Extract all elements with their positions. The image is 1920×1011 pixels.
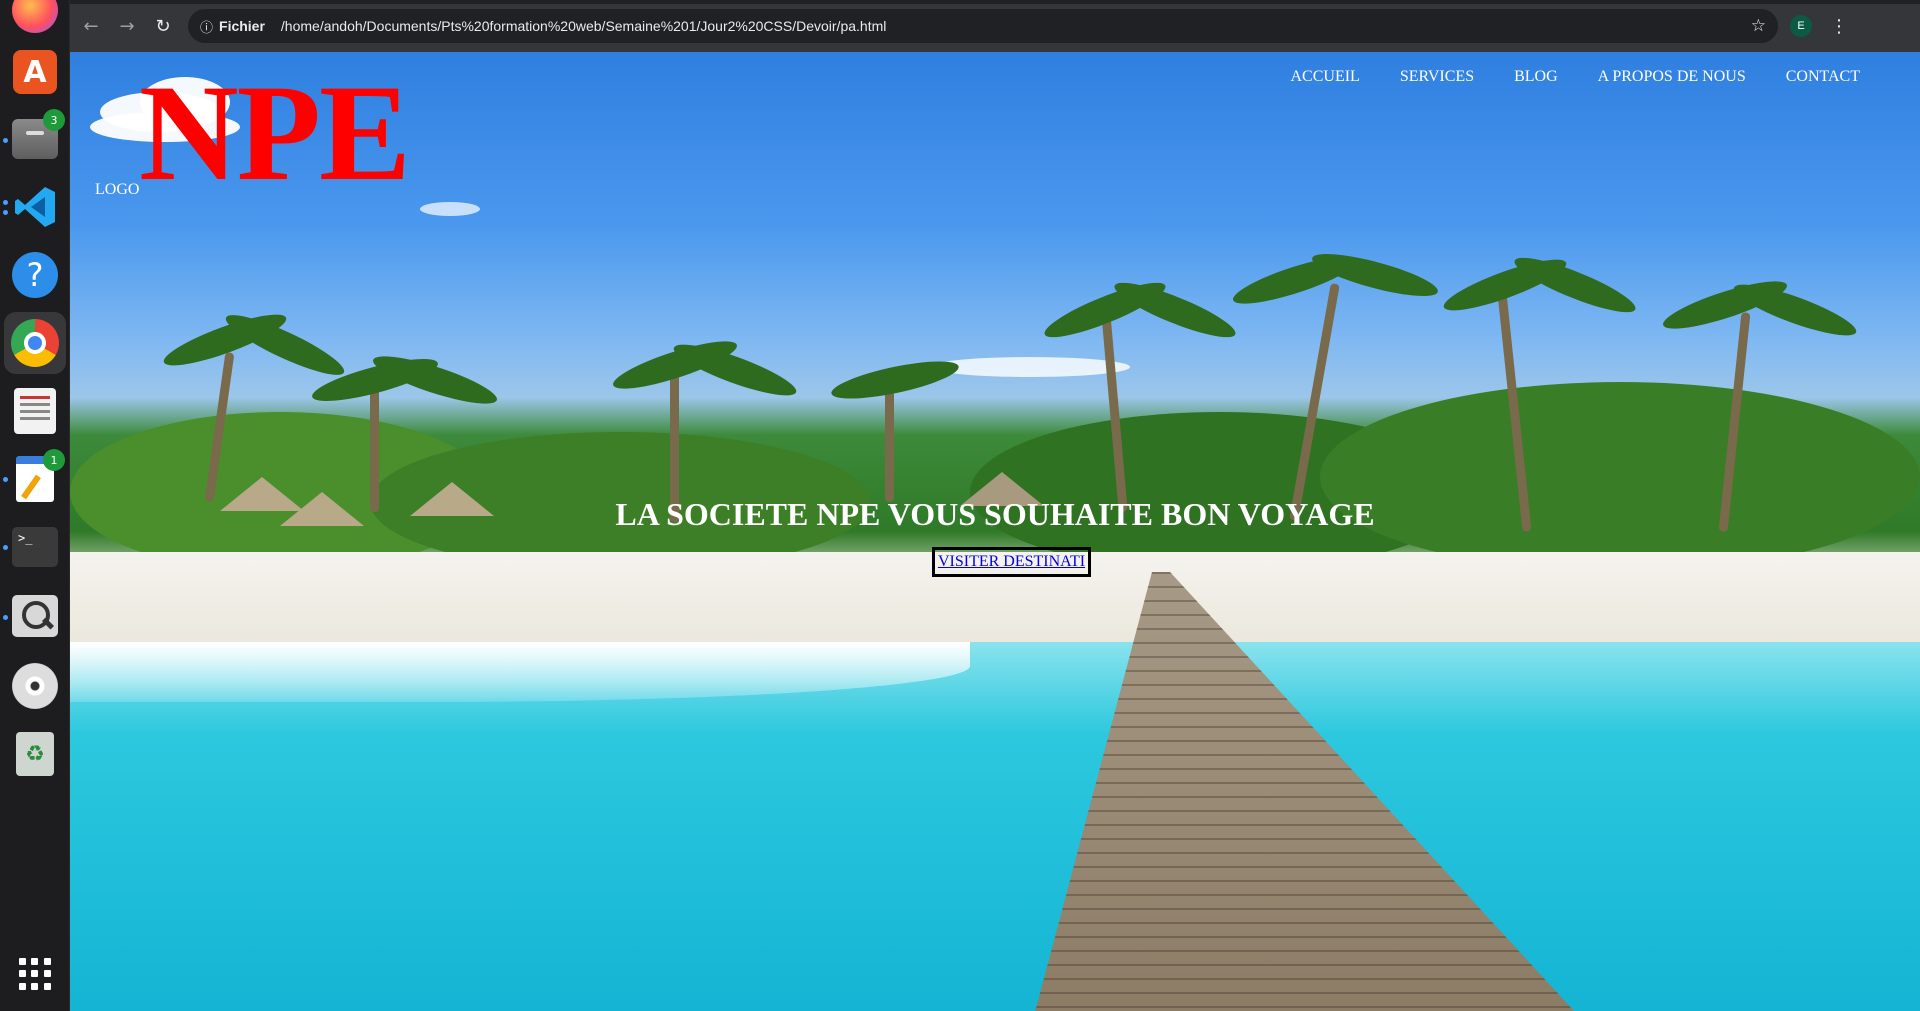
- firefox-icon: [12, 0, 58, 33]
- scheme-label: Fichier: [219, 18, 265, 34]
- logo-text: NPE: [139, 56, 411, 209]
- back-icon[interactable]: ←: [76, 11, 106, 41]
- logo-label: LOGO: [95, 181, 140, 198]
- forward-icon[interactable]: →: [112, 11, 142, 41]
- ubuntu-dock: A 3 ? 1 >_ ♻: [0, 0, 70, 1011]
- url-text[interactable]: /home/andoh/Documents/Pts%20formation%20…: [281, 18, 886, 34]
- files-badge: 3: [43, 109, 65, 131]
- profile-avatar[interactable]: E: [1790, 15, 1812, 37]
- browser-window: ← → ↻ ⓘ Fichier /home/andoh/Documents/Pt…: [70, 0, 1920, 1011]
- main-nav: ACCUEIL SERVICES BLOG A PROPOS DE NOUS C…: [1290, 68, 1860, 86]
- search-icon: [12, 595, 58, 637]
- text-editor-launcher[interactable]: 1: [11, 449, 65, 503]
- vscode-launcher[interactable]: [11, 183, 59, 231]
- reload-icon[interactable]: ↻: [148, 11, 178, 41]
- terminal-launcher[interactable]: >_: [11, 523, 59, 571]
- vscode-icon: [15, 187, 55, 227]
- nav-link-contact[interactable]: CONTACT: [1786, 68, 1860, 86]
- nav-link-services[interactable]: SERVICES: [1400, 68, 1474, 86]
- visit-destinations-link[interactable]: VISITER DESTINATI: [938, 553, 1085, 571]
- hero-title: LA SOCIETE NPE VOUS SOUHAITE BON VOYAGE: [615, 496, 1375, 532]
- help-icon: ?: [12, 252, 58, 298]
- nav-link-blog[interactable]: BLOG: [1514, 68, 1558, 86]
- search-launcher[interactable]: [11, 592, 59, 640]
- disc-launcher[interactable]: [11, 662, 59, 710]
- document-viewer-launcher[interactable]: [11, 387, 59, 435]
- help-launcher[interactable]: ?: [11, 251, 59, 299]
- files-launcher[interactable]: 3: [11, 109, 65, 163]
- text-editor-badge: 1: [43, 449, 65, 471]
- app-center-icon: A: [13, 50, 57, 94]
- show-apps-icon[interactable]: [19, 958, 51, 990]
- trash-icon: ♻: [16, 732, 54, 776]
- disc-icon: [12, 663, 58, 709]
- app-center-launcher[interactable]: A: [11, 48, 59, 96]
- visit-destinations-button[interactable]: VISITER DESTINATI: [932, 547, 1091, 577]
- nav-link-accueil[interactable]: ACCUEIL: [1290, 68, 1359, 86]
- chrome-launcher[interactable]: [4, 312, 66, 374]
- terminal-icon: >_: [12, 527, 58, 567]
- firefox-launcher[interactable]: [11, 0, 59, 34]
- browser-menu-icon[interactable]: ⋮: [1830, 16, 1848, 37]
- bookmark-star-icon[interactable]: ☆: [1751, 16, 1766, 36]
- site-header: LOGO NPE ACCUEIL SERVICES BLOG A PROPOS …: [70, 52, 1920, 212]
- address-bar[interactable]: ⓘ Fichier /home/andoh/Documents/Pts%20fo…: [188, 9, 1778, 43]
- chrome-icon: [11, 319, 59, 367]
- document-viewer-icon: [14, 388, 56, 434]
- trash-launcher[interactable]: ♻: [11, 730, 59, 778]
- site-info-icon[interactable]: ⓘ: [200, 17, 213, 36]
- page-viewport: LOGO NPE ACCUEIL SERVICES BLOG A PROPOS …: [70, 52, 1920, 1011]
- nav-link-a-propos[interactable]: A PROPOS DE NOUS: [1598, 68, 1746, 86]
- browser-toolbar: ← → ↻ ⓘ Fichier /home/andoh/Documents/Pt…: [70, 0, 1920, 52]
